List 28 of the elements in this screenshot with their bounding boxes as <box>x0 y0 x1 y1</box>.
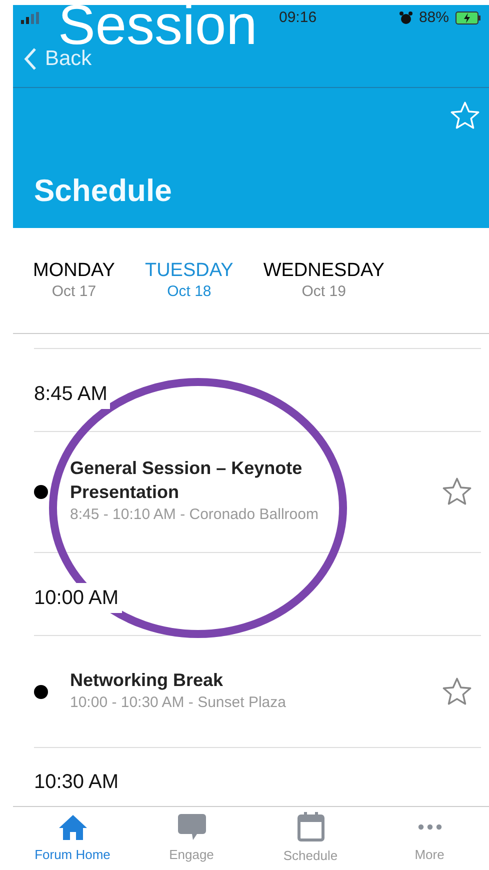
day-tab[interactable]: MONDAY Oct 17 <box>33 260 115 301</box>
speech-bubble-icon <box>176 812 206 841</box>
session-title: Networking Break <box>70 668 224 692</box>
clock-text: 09:16 <box>279 8 317 28</box>
tab-bar-item[interactable]: Schedule <box>251 807 370 870</box>
day-tab[interactable]: TUESDAY Oct 18 <box>144 260 234 301</box>
day-tab[interactable]: WEDNESDAY Oct 19 <box>263 260 384 301</box>
session-row[interactable]: Networking Break 10:00 - 10:30 AM - Sunset Plaza <box>34 636 481 748</box>
calendar-icon <box>296 812 324 842</box>
more-icon <box>416 824 442 830</box>
bullet-icon <box>34 684 48 698</box>
session-title: General Session – Keynote Presentation <box>70 457 304 504</box>
alarm-icon <box>398 11 413 25</box>
time-heading: 10:00 AM <box>34 583 122 613</box>
back-button[interactable]: Back <box>23 43 92 75</box>
chevron-left-icon <box>23 47 37 71</box>
tab-bar-item[interactable]: More <box>370 807 489 870</box>
battery-text: 88% <box>418 8 449 28</box>
tab-bar-item[interactable]: Engage <box>132 807 251 870</box>
tab-bar-item[interactable]: Forum Home <box>13 807 132 870</box>
session-details: 8:45 - 10:10 AM - Coronado Ballroom <box>70 505 320 526</box>
signal-icon <box>21 12 41 24</box>
page-title: Schedule <box>33 172 173 210</box>
bullet-icon <box>34 485 48 499</box>
house-icon <box>58 812 88 841</box>
session-details: 10:00 - 10:30 AM - Sunset Plaza <box>70 692 287 713</box>
session-row[interactable]: General Session – Keynote Presentation 8:45 - 10:10 AM - Coronado Ballroom <box>34 432 481 553</box>
battery-icon <box>455 11 481 25</box>
